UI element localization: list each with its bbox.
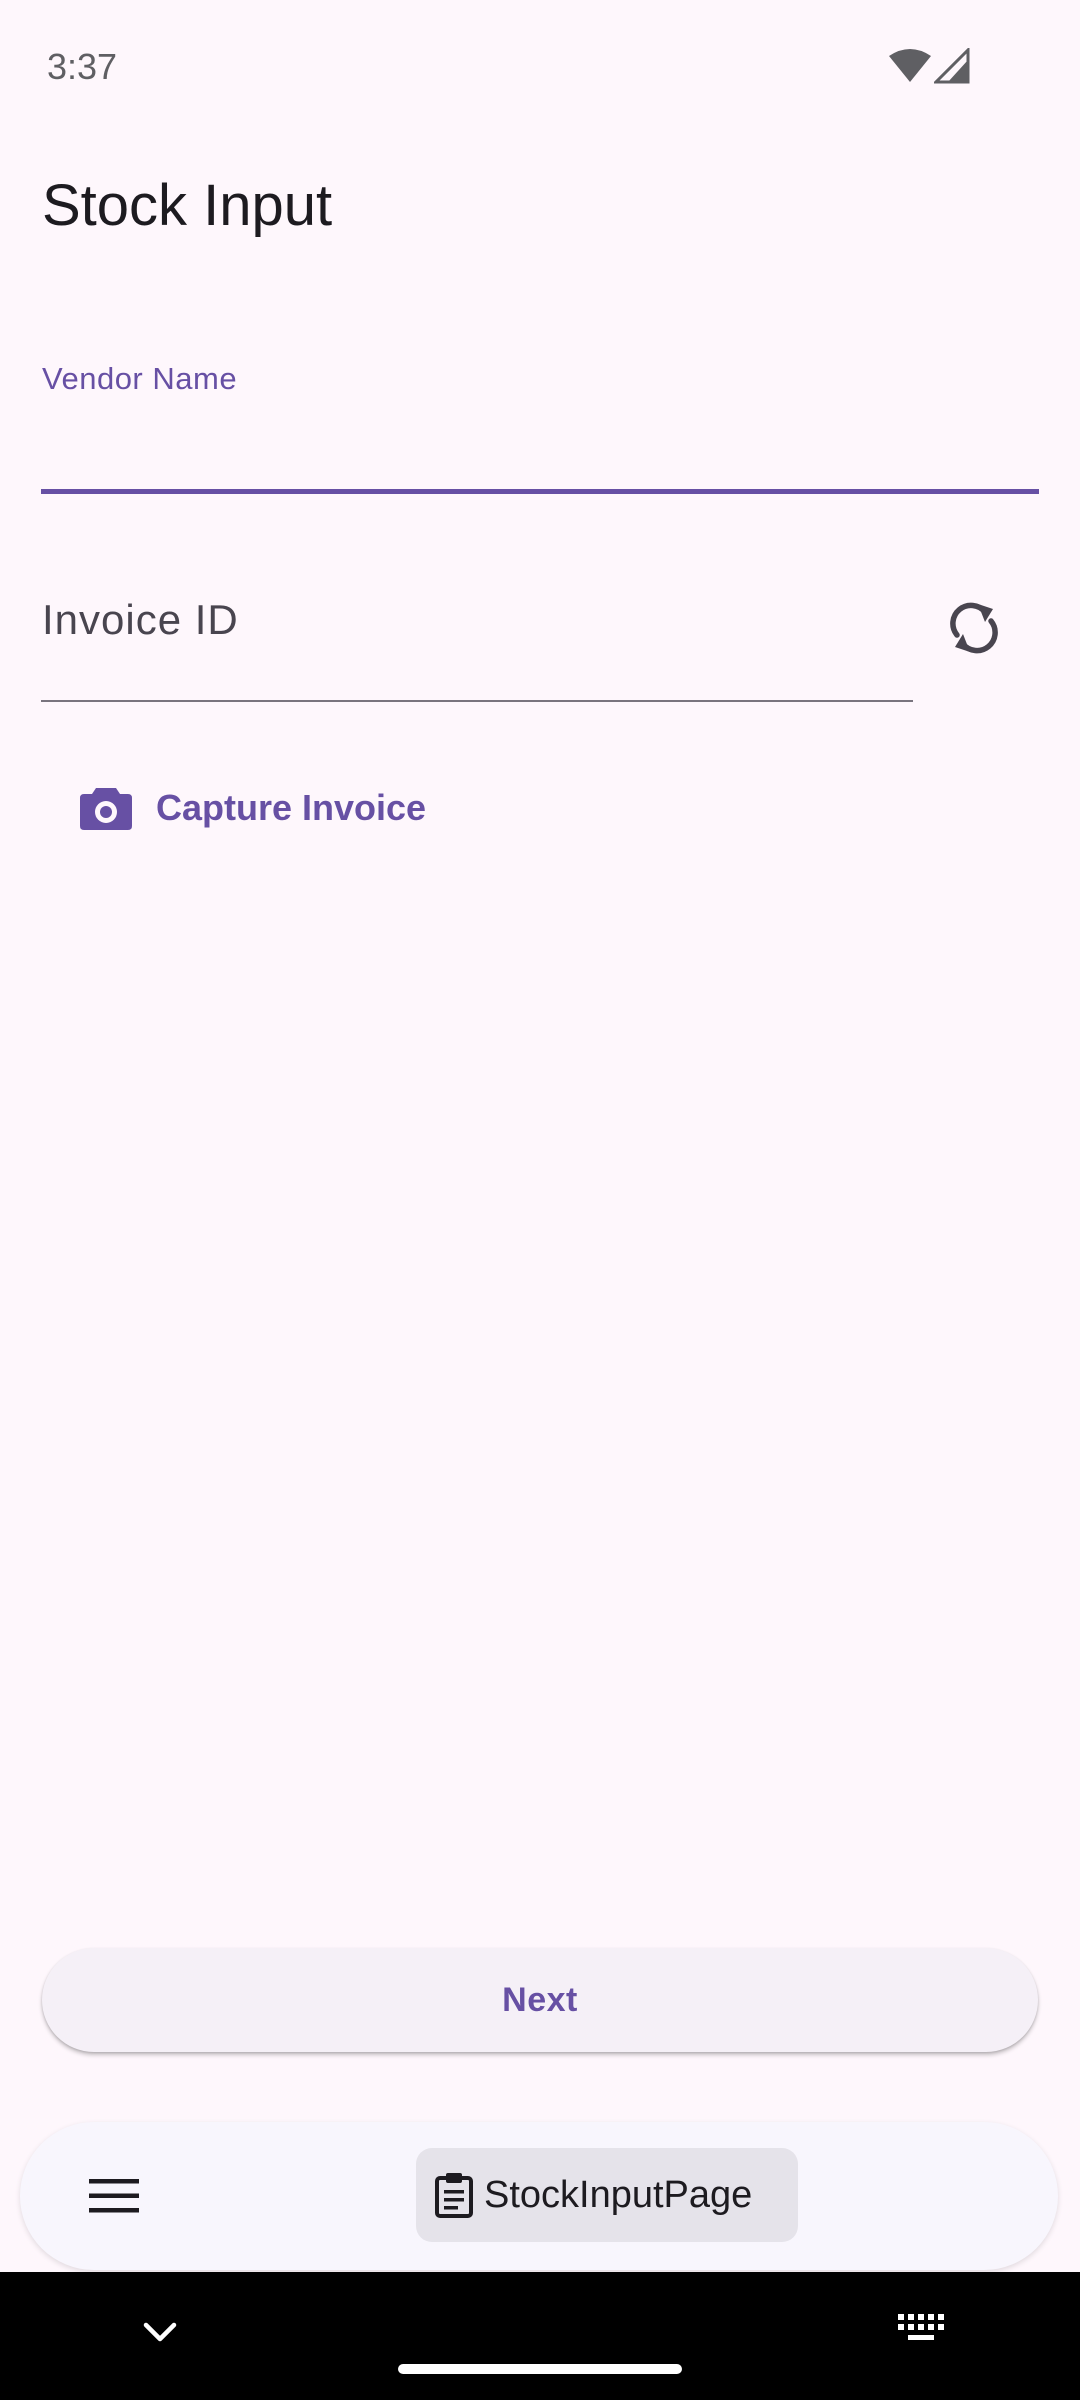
- current-page-label: StockInputPage: [484, 2173, 753, 2216]
- next-button-label: Next: [502, 1980, 578, 2019]
- capture-invoice-button[interactable]: Capture Invoice: [62, 768, 442, 848]
- keyboard-icon[interactable]: [896, 2310, 946, 2350]
- vendor-name-label: Vendor Name: [42, 361, 238, 396]
- refresh-icon: [950, 602, 998, 654]
- stock-input-screen: 3:37 Stock Input Vendor Name Invoice ID …: [0, 0, 1080, 2400]
- menu-icon: [89, 2179, 139, 2213]
- home-gesture-bar[interactable]: [398, 2364, 682, 2374]
- system-nav-bar: [0, 2272, 1080, 2400]
- status-bar: 3:37: [0, 0, 1080, 130]
- vendor-name-input[interactable]: [42, 404, 1038, 488]
- chevron-down-icon[interactable]: [138, 2310, 182, 2354]
- menu-button[interactable]: [64, 2152, 164, 2240]
- next-button[interactable]: Next: [42, 1948, 1038, 2052]
- invoice-id-input[interactable]: [42, 580, 902, 660]
- clipboard-icon: [435, 2173, 473, 2218]
- wifi-icon: [889, 49, 931, 82]
- camera-icon: [80, 788, 132, 830]
- page-title: Stock Input: [42, 173, 333, 238]
- vendor-name-underline: [41, 489, 1039, 494]
- refresh-invoice-id-button[interactable]: [926, 580, 1022, 676]
- cell-signal-icon: [934, 48, 970, 84]
- capture-invoice-label: Capture Invoice: [156, 787, 427, 828]
- invoice-id-underline: [41, 700, 913, 702]
- bottom-app-bar: StockInputPage: [20, 2122, 1058, 2270]
- status-time: 3:37: [47, 46, 118, 87]
- current-page-chip[interactable]: StockInputPage: [416, 2148, 798, 2242]
